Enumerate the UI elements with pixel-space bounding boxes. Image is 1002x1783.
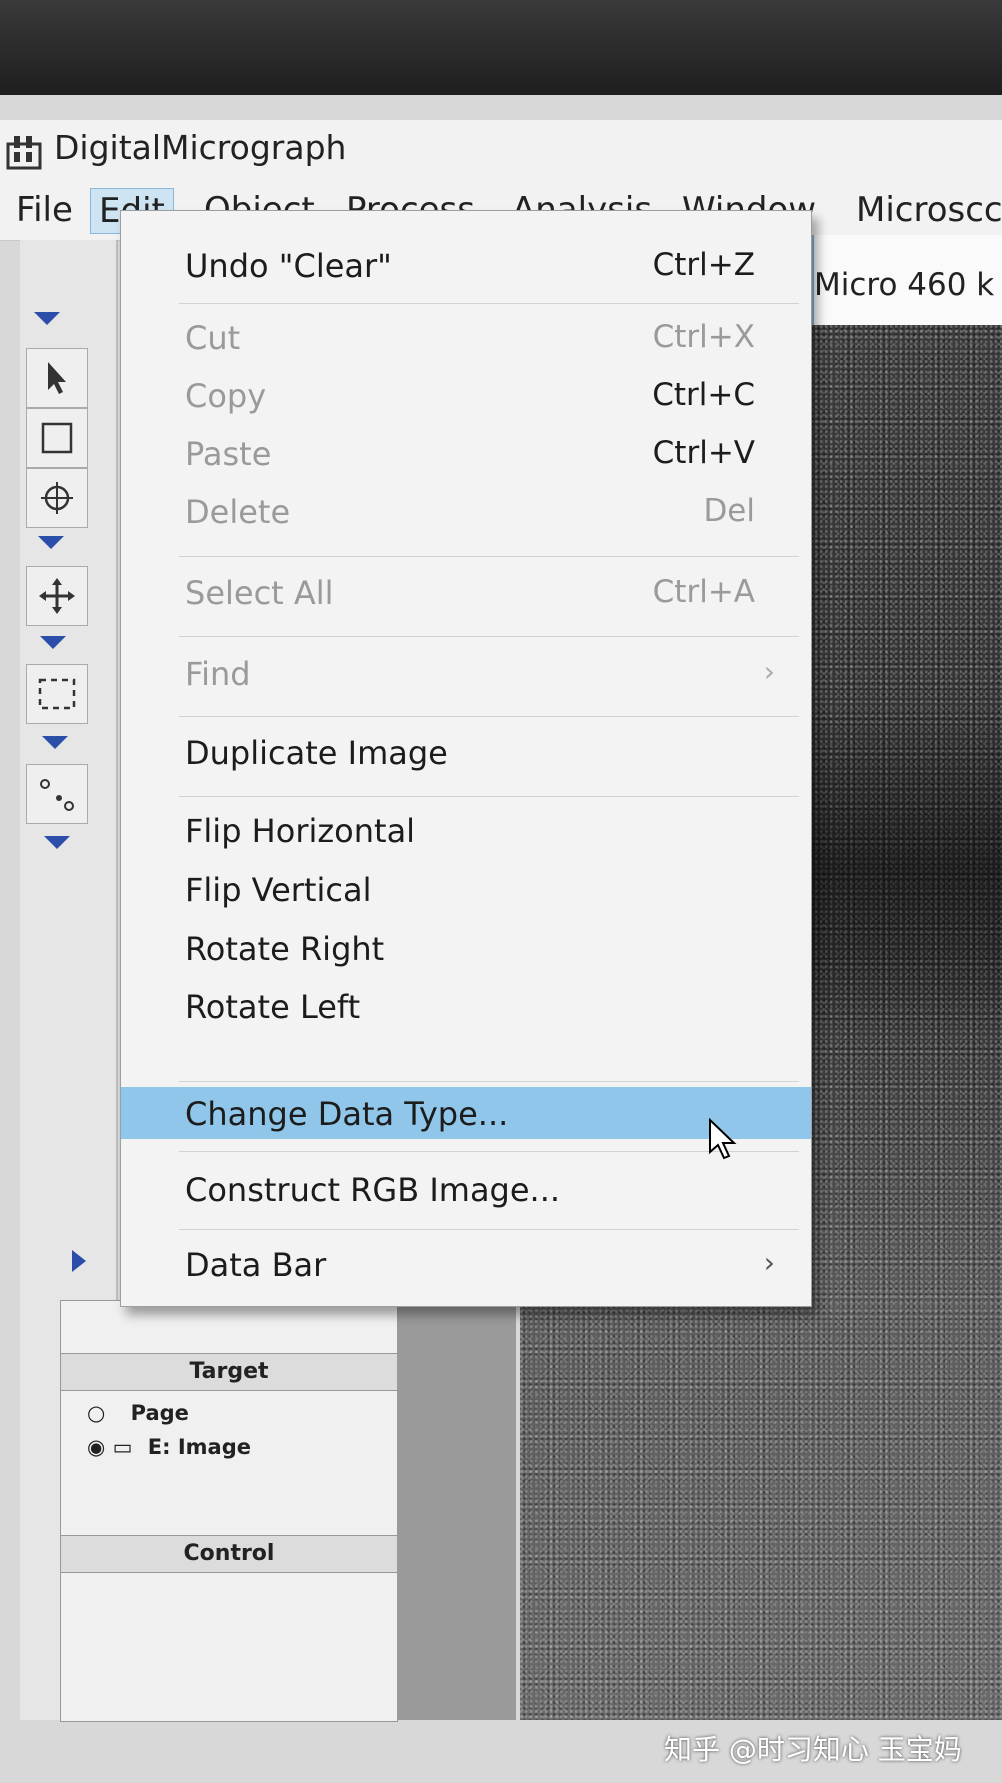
control-header: Control — [61, 1535, 397, 1573]
menu-item-paste[interactable]: Paste Ctrl+V — [121, 427, 811, 479]
menu-item-label: Flip Horizontal — [185, 812, 416, 850]
expand-triangle-icon[interactable] — [44, 836, 70, 849]
menu-item-label: Change Data Type... — [185, 1095, 509, 1133]
menu-separator — [179, 1081, 799, 1082]
menu-item-label: Delete — [185, 493, 291, 531]
menu-separator — [179, 556, 799, 557]
menu-microscope[interactable]: Microscc — [848, 188, 1002, 232]
menu-item-shortcut: Ctrl+A — [652, 574, 755, 610]
app-title: DigitalMicrograph — [54, 128, 347, 167]
menu-item-cut[interactable]: Cut Ctrl+X — [121, 311, 811, 363]
target-option-image[interactable]: ◉ ▭ E: Image — [87, 1435, 251, 1459]
menu-separator — [179, 716, 799, 717]
target-header: Target — [61, 1353, 397, 1391]
submenu-arrow-icon: › — [763, 655, 775, 688]
menu-separator — [179, 1229, 799, 1230]
menu-item-label: Paste — [185, 435, 272, 473]
target-option-label: Page — [130, 1401, 189, 1425]
menu-item-shortcut: Ctrl+Z — [652, 247, 755, 283]
menu-separator — [179, 796, 799, 797]
marquee-tool-icon[interactable] — [26, 664, 88, 724]
radio-empty-icon: ○ — [87, 1401, 106, 1425]
menu-item-flip-vertical[interactable]: Flip Vertical — [121, 863, 811, 915]
crosshair-tool-icon[interactable] — [26, 468, 88, 528]
menu-item-copy[interactable]: Copy Ctrl+C — [121, 369, 811, 421]
menu-item-label: Data Bar — [185, 1246, 327, 1284]
points-tool-icon[interactable] — [26, 764, 88, 824]
mouse-cursor-icon — [708, 1117, 738, 1162]
menu-item-shortcut: Ctrl+V — [652, 435, 755, 471]
menu-file[interactable]: File — [8, 188, 81, 232]
menu-item-duplicate-image[interactable]: Duplicate Image — [121, 726, 811, 778]
expand-triangle-icon[interactable] — [34, 312, 60, 325]
target-option-label: E: Image — [147, 1435, 251, 1459]
menu-item-label: Find — [185, 655, 251, 693]
menu-item-label: Rotate Right — [185, 930, 385, 968]
menu-item-label: Cut — [185, 319, 241, 357]
target-panel: Target ○ Page ◉ ▭ E: Image Control — [60, 1300, 398, 1722]
menu-item-label: Select All — [185, 574, 334, 612]
menu-item-label: Flip Vertical — [185, 871, 372, 909]
menu-item-construct-rgb[interactable]: Construct RGB Image... — [121, 1163, 811, 1215]
monitor-bezel — [0, 0, 1002, 95]
play-triangle-icon[interactable] — [72, 1250, 86, 1272]
menu-item-data-bar[interactable]: Data Bar › — [121, 1238, 811, 1290]
menu-item-undo[interactable]: Undo "Clear" Ctrl+Z — [121, 239, 811, 291]
watermark: 知乎 @时习知心 玉宝妈 — [664, 1733, 962, 1766]
menu-item-select-all[interactable]: Select All Ctrl+A — [121, 566, 811, 618]
target-option-page[interactable]: ○ Page — [87, 1401, 189, 1425]
menu-item-flip-horizontal[interactable]: Flip Horizontal — [121, 804, 811, 856]
menu-item-label: Duplicate Image — [185, 734, 448, 772]
menu-separator — [179, 1151, 799, 1152]
radio-selected-icon: ◉ — [87, 1435, 106, 1459]
window-title-text: Micro 460 k — [814, 267, 995, 303]
menu-item-label: Rotate Left — [185, 988, 361, 1026]
menu-item-shortcut: Ctrl+X — [652, 319, 755, 355]
menu-item-label: Construct RGB Image... — [185, 1171, 561, 1209]
panel-divider — [396, 1300, 516, 1720]
menu-item-rotate-left[interactable]: Rotate Left — [121, 980, 811, 1032]
menu-item-shortcut: Del — [703, 493, 755, 529]
rectangle-tool-icon[interactable] — [26, 408, 88, 468]
menu-separator — [179, 636, 799, 637]
menu-item-delete[interactable]: Delete Del — [121, 485, 811, 537]
image-tag-icon: ▭ — [112, 1435, 133, 1459]
expand-triangle-icon[interactable] — [40, 636, 66, 649]
expand-triangle-icon[interactable] — [42, 736, 68, 749]
menu-item-rotate-right[interactable]: Rotate Right — [121, 922, 811, 974]
menu-separator — [179, 303, 799, 304]
menu-item-label: Copy — [185, 377, 267, 415]
menu-item-find[interactable]: Find › — [121, 647, 811, 699]
move-tool-icon[interactable] — [26, 566, 88, 626]
menu-item-shortcut: Ctrl+C — [652, 377, 755, 413]
building-icon — [6, 134, 42, 170]
submenu-arrow-icon: › — [763, 1246, 775, 1279]
pointer-tool-icon[interactable] — [26, 348, 88, 408]
menu-item-label: Undo "Clear" — [185, 247, 392, 285]
expand-triangle-icon[interactable] — [38, 536, 64, 549]
image-window-title: Micro 460 k — [812, 235, 1002, 325]
